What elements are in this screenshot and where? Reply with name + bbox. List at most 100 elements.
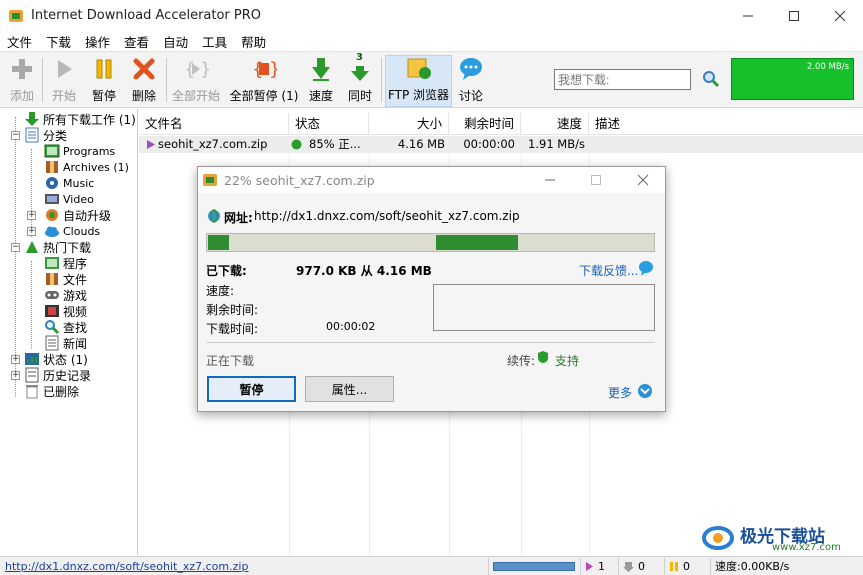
categories-icon — [25, 127, 39, 143]
progress-segment — [208, 235, 229, 250]
menu-view[interactable]: 查看 — [117, 32, 156, 51]
downloading-state-icon — [147, 140, 155, 149]
close-button[interactable] — [817, 0, 863, 31]
pause-button[interactable]: 暂停 — [88, 55, 120, 107]
menu-tools[interactable]: 工具 — [195, 32, 234, 51]
tree-expand-hot[interactable]: − — [11, 243, 20, 252]
tree-expand-autoupdate[interactable]: + — [27, 211, 36, 220]
tree-hot-programs[interactable]: 程序 — [44, 255, 87, 271]
search-icon[interactable] — [702, 70, 720, 88]
tree-hot-search[interactable]: 查找 — [44, 319, 87, 335]
trash-icon — [26, 385, 38, 399]
row-status: 85% 正... — [309, 137, 361, 151]
add-button[interactable]: 添加 — [6, 55, 38, 107]
table-row[interactable]: seohit_xz7.com.zip 85% 正... 4.16 MB 00:0… — [139, 136, 863, 153]
speed-arrow-icon — [308, 56, 334, 82]
delete-label: 删除 — [131, 89, 156, 103]
queued-count: 0 — [638, 560, 645, 573]
tree-status[interactable]: 状态 (1) — [24, 351, 88, 367]
column-status[interactable]: 状态 — [289, 113, 369, 135]
resume-support-icon — [538, 351, 548, 363]
tree-item-programs[interactable]: Programs — [44, 143, 115, 159]
column-filename[interactable]: 文件名 — [139, 113, 289, 135]
gamepad-icon — [45, 291, 59, 299]
simultaneous-arrow-icon: 3 — [347, 52, 373, 82]
news-icon — [45, 335, 59, 351]
status-text: 正在下载 — [206, 354, 255, 368]
dialog-close-icon[interactable] — [637, 174, 649, 186]
menu-file[interactable]: 文件 — [0, 32, 39, 51]
start-label: 开始 — [51, 89, 76, 103]
pause-all-label: 全部暂停 (1) — [229, 89, 299, 103]
svg-text:}: } — [200, 59, 209, 80]
status-icon — [25, 353, 39, 365]
tree-item-video[interactable]: Video — [44, 191, 94, 207]
minimize-icon — [743, 15, 753, 16]
tree-item-archives-label: Archives (1) — [63, 160, 129, 174]
dialog-title: 22% seohit_xz7.com.zip — [224, 172, 375, 188]
discuss-button[interactable]: 讨论 — [455, 55, 487, 107]
tree-expand-status[interactable]: + — [11, 355, 20, 364]
hot-downloads-icon — [26, 241, 38, 253]
column-description[interactable]: 描述 — [589, 113, 863, 135]
delete-button[interactable]: 删除 — [128, 55, 160, 107]
add-label: 添加 — [9, 89, 34, 103]
search-input[interactable] — [554, 69, 691, 90]
tree-item-clouds[interactable]: Clouds — [44, 223, 100, 239]
dialog-pause-button[interactable]: 暂停 — [207, 376, 296, 402]
tree-categories[interactable]: 分类 — [24, 127, 67, 143]
tree-item-autoupdate[interactable]: 自动升级 — [44, 207, 111, 223]
column-remaining[interactable]: 剩余时间 — [449, 113, 521, 135]
tree-item-archives[interactable]: Archives (1) — [44, 159, 129, 175]
resume-value: 支持 — [555, 354, 580, 368]
dialog-properties-button[interactable]: 属性... — [305, 376, 394, 402]
menu-download[interactable]: 下载 — [39, 32, 78, 51]
tree-expand-clouds[interactable]: + — [27, 227, 36, 236]
svg-text:}: } — [269, 59, 277, 80]
tree-history[interactable]: 历史记录 — [24, 367, 91, 383]
watermark-sub: www.xz7.com — [772, 542, 841, 553]
minimize-button[interactable] — [725, 0, 771, 31]
menu-help[interactable]: 帮助 — [234, 32, 273, 51]
menu-operation[interactable]: 操作 — [78, 32, 117, 51]
speed-graph: 2.00 MB/s — [731, 58, 854, 100]
speed-label: 速度: — [206, 284, 235, 298]
tree-item-music[interactable]: Music — [44, 175, 94, 191]
tree-hot-news[interactable]: 新闻 — [44, 335, 87, 351]
feedback-link[interactable]: 下载反馈... — [579, 262, 638, 279]
status-queued-count: 0 — [618, 558, 664, 575]
chevron-down-icon[interactable] — [637, 383, 653, 399]
ftp-browser-label: FTP 浏览器 — [387, 88, 450, 102]
simultaneous-badge: 3 — [356, 52, 363, 63]
files-icon — [46, 273, 58, 285]
column-speed[interactable]: 速度 — [521, 113, 589, 135]
start-button[interactable]: 开始 — [48, 55, 80, 107]
title-bar: Internet Download Accelerator PRO — [0, 0, 863, 31]
status-url[interactable]: http://dx1.dnxz.com/soft/seohit_xz7.com.… — [5, 558, 248, 575]
maximize-button[interactable] — [771, 0, 817, 31]
resume-label: 续传: — [507, 354, 536, 368]
tree-all-downloads[interactable]: 所有下载工作 (1) — [24, 111, 136, 127]
archives-icon — [46, 161, 58, 173]
simultaneous-button[interactable]: 3 同时 — [344, 52, 376, 107]
more-link[interactable]: 更多 — [608, 384, 632, 401]
tree-hot-videos[interactable]: 视频 — [44, 303, 87, 319]
tree-hot-games[interactable]: 游戏 — [44, 287, 87, 303]
tree-deleted[interactable]: 已删除 — [24, 383, 79, 399]
tree-hot-downloads[interactable]: 热门下载 — [24, 239, 91, 255]
ftp-browser-button[interactable]: FTP 浏览器 — [385, 55, 452, 107]
pause-all-button[interactable]: {} 全部暂停 (1) — [228, 55, 300, 107]
tree-expand-categories[interactable]: − — [11, 131, 20, 140]
tree-expand-history[interactable]: + — [11, 371, 20, 380]
row-speed: 1.91 MB/s — [528, 137, 585, 151]
pause-all-icon: {} — [251, 56, 277, 82]
dialog-minimize-icon[interactable] — [544, 174, 556, 186]
speed-history-graph — [433, 284, 655, 331]
start-all-button[interactable]: {} 全部开始 — [170, 55, 222, 107]
feedback-bubble-icon[interactable] — [638, 260, 654, 276]
tree-hot-files[interactable]: 文件 — [44, 271, 87, 287]
menu-auto[interactable]: 自动 — [156, 32, 195, 51]
speed-button[interactable]: 速度 — [305, 55, 337, 107]
column-size[interactable]: 大小 — [369, 113, 449, 135]
pause-label: 暂停 — [91, 89, 116, 103]
